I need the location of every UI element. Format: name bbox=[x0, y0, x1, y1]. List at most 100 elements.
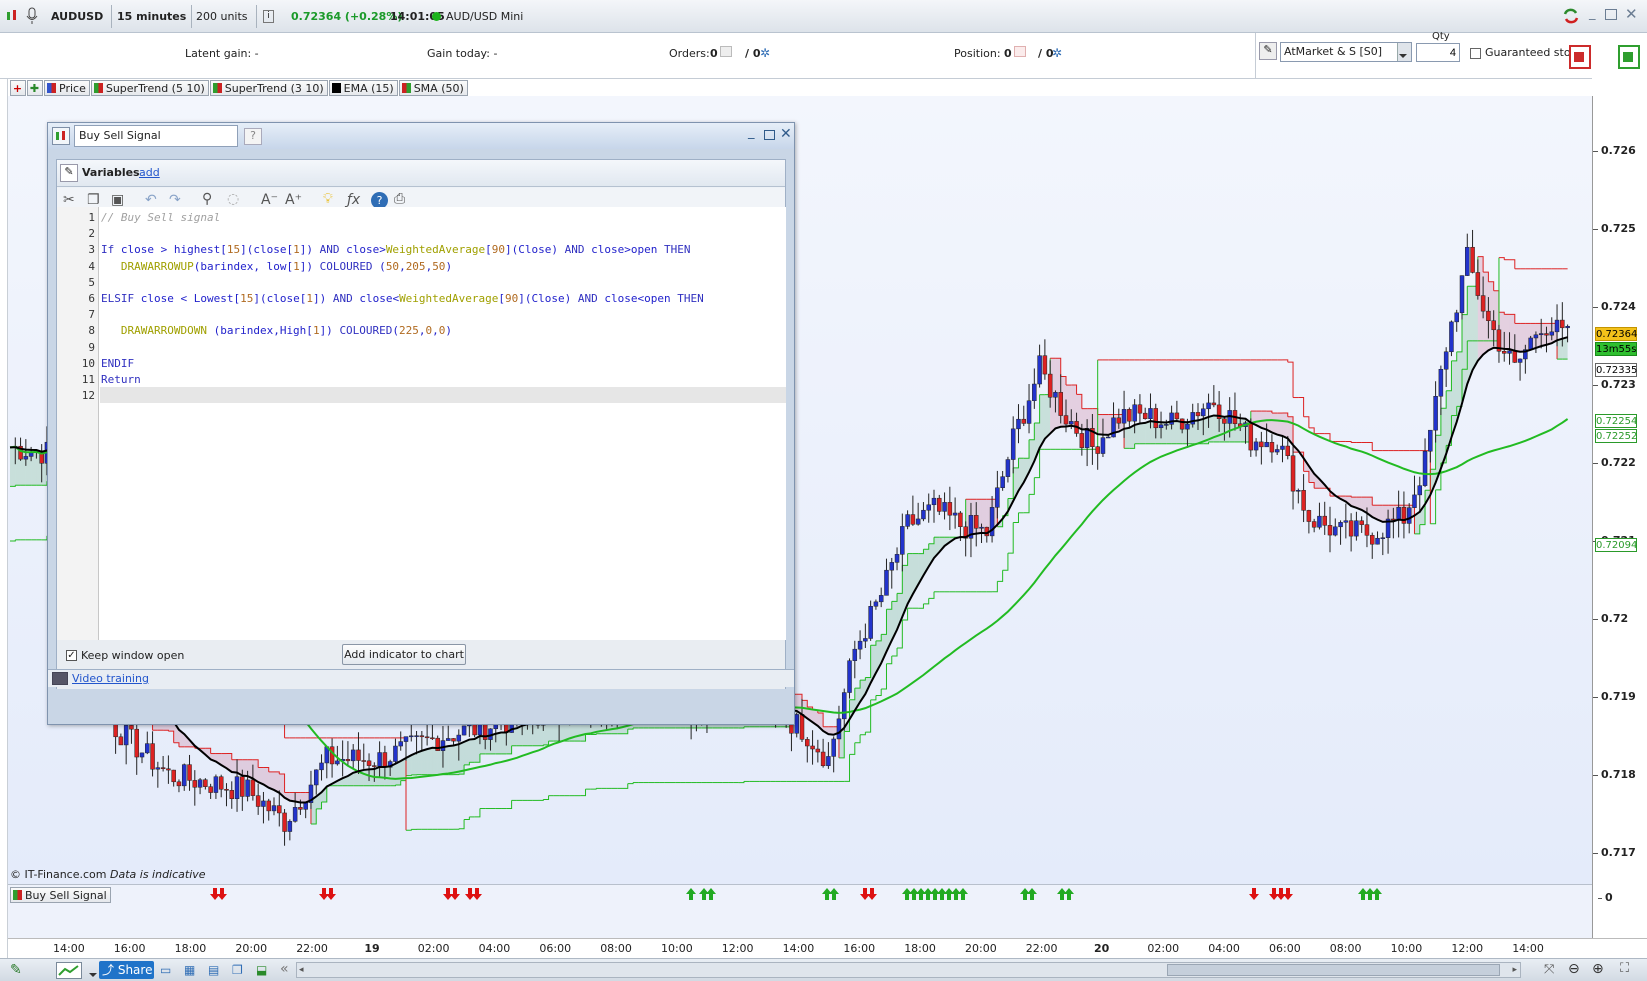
legend-add-button[interactable]: + bbox=[10, 80, 26, 96]
help-icon[interactable]: ? bbox=[244, 128, 262, 145]
indicator-name-input[interactable]: Buy Sell Signal bbox=[74, 125, 238, 147]
mic-icon[interactable] bbox=[25, 7, 39, 25]
scroll-left-icon[interactable]: ◂ bbox=[299, 965, 304, 975]
video-training-link[interactable]: Video training bbox=[72, 672, 149, 685]
drawing-tool-icon[interactable]: ✎ bbox=[10, 962, 30, 978]
candle-body bbox=[1290, 455, 1296, 492]
maximize-icon[interactable] bbox=[1605, 9, 1617, 20]
font-decrease-icon[interactable]: A⁻ bbox=[261, 192, 278, 208]
supertrend-line bbox=[1303, 470, 1310, 483]
share-button[interactable]: ⤴ Share bbox=[99, 961, 154, 979]
axis-tick-mark bbox=[1593, 774, 1598, 776]
redo-icon[interactable]: ↷ bbox=[169, 192, 181, 208]
paste-icon[interactable]: ▣ bbox=[111, 192, 124, 208]
supertrend-2-line bbox=[1282, 359, 1289, 363]
legend-item[interactable]: SMA (50) bbox=[398, 80, 468, 96]
calendar-icon[interactable]: ▤ bbox=[208, 963, 219, 977]
minimize-icon[interactable]: _ bbox=[1589, 7, 1601, 21]
comment-icon[interactable]: ▭ bbox=[160, 963, 171, 977]
close-icon[interactable]: ✕ bbox=[780, 126, 792, 142]
legend-item[interactable]: Price bbox=[44, 80, 90, 96]
wrench-icon[interactable]: ✎ bbox=[1259, 42, 1277, 60]
chart-type-icon[interactable] bbox=[5, 8, 19, 24]
order-type-select[interactable]: AtMarket & S [S0] bbox=[1280, 42, 1412, 62]
code-line[interactable]: Return bbox=[101, 373, 141, 386]
add-indicator-button[interactable]: Add indicator to chart bbox=[342, 644, 466, 665]
wrench-icon[interactable]: ✎ bbox=[60, 164, 78, 182]
code-line[interactable]: // Buy Sell signal bbox=[101, 211, 220, 224]
table-icon[interactable]: ▦ bbox=[184, 963, 195, 977]
scroll-left-fast-icon[interactable]: « bbox=[280, 961, 289, 977]
supertrend-line bbox=[875, 634, 882, 642]
maximize-icon[interactable] bbox=[764, 130, 775, 140]
comment-icon[interactable]: ◌ bbox=[227, 191, 239, 207]
print-icon[interactable]: ⎙ bbox=[394, 191, 405, 207]
add-variable-link[interactable]: add bbox=[139, 166, 160, 179]
supertrend-fill bbox=[395, 761, 401, 786]
refresh-icon[interactable] bbox=[1561, 6, 1581, 26]
code-line[interactable]: DRAWARROWUP(barindex, low[1]) COLOURED (… bbox=[101, 260, 452, 273]
scroll-right-icon[interactable]: ▸ bbox=[1512, 965, 1517, 975]
windows-icon[interactable]: ❐ bbox=[232, 963, 243, 977]
legend-settings-button[interactable]: ✚ bbox=[27, 80, 43, 96]
code-line[interactable]: DRAWARROWDOWN (barindex,High[1]) COLOURE… bbox=[101, 324, 452, 337]
info-icon[interactable]: i bbox=[263, 10, 274, 23]
export-icon[interactable]: ⬓ bbox=[256, 963, 267, 977]
code-line[interactable]: ENDIF bbox=[101, 357, 134, 370]
function-icon[interactable]: ƒx bbox=[347, 192, 360, 208]
units-select[interactable]: 200 units bbox=[193, 7, 253, 38]
candle-body bbox=[958, 512, 963, 527]
signal-panel[interactable]: Buy Sell Signal bbox=[8, 884, 1592, 938]
zoom-fit-icon[interactable]: ⤧ bbox=[1544, 962, 1554, 977]
gear-icon[interactable]: ✲ bbox=[760, 46, 770, 60]
cut-icon[interactable]: ✂ bbox=[63, 192, 75, 208]
guaranteed-stop-checkbox[interactable] bbox=[1470, 48, 1481, 59]
code-line[interactable] bbox=[100, 387, 786, 404]
font-increase-icon[interactable]: A⁺ bbox=[285, 192, 302, 208]
candle-body bbox=[884, 569, 889, 596]
search-icon[interactable]: ⚲ bbox=[202, 191, 212, 207]
price-axis[interactable]: 0.7260.7250.7240.7230.7220.7210.720.7190… bbox=[1592, 96, 1647, 884]
copyright-text: © IT-Finance.com bbox=[10, 868, 107, 881]
indicator-editor-dialog[interactable]: Buy Sell Signal ? _ ✕ ✎ Variables add ✂ … bbox=[47, 122, 795, 725]
chevron-down-icon[interactable] bbox=[84, 968, 97, 981]
chart-style-icon[interactable] bbox=[56, 962, 82, 979]
zoom-in-icon[interactable]: ⊕ bbox=[1592, 961, 1604, 977]
timeframe-select[interactable]: 15 minutes bbox=[114, 7, 190, 38]
legend-item[interactable]: EMA (15) bbox=[328, 80, 398, 96]
code-editor[interactable]: 1 2 3 4 5 6 7 8 9 10 11 12 // Buy Sell signal If clo… bbox=[57, 207, 786, 640]
buy-button[interactable] bbox=[1618, 45, 1640, 69]
instrument-select[interactable]: AUDUSD bbox=[48, 7, 110, 38]
legend-item[interactable]: SuperTrend (3 10) bbox=[209, 80, 328, 96]
supertrend-2-line bbox=[538, 799, 544, 801]
candle-body bbox=[218, 776, 224, 790]
orders-list-icon[interactable] bbox=[720, 46, 732, 57]
scrollbar-thumb[interactable] bbox=[1167, 964, 1500, 976]
lightbulb-icon[interactable]: 💡︎ bbox=[323, 191, 333, 207]
minimize-icon[interactable]: _ bbox=[748, 125, 755, 140]
candle-body bbox=[451, 738, 456, 742]
close-icon[interactable]: ✕ bbox=[1625, 5, 1638, 23]
axis-tick-mark bbox=[1593, 384, 1598, 386]
horizontal-scrollbar[interactable]: ◂ ▸ bbox=[296, 962, 1521, 978]
keep-open-checkbox[interactable]: ✓ bbox=[66, 650, 77, 661]
candle-body bbox=[799, 714, 805, 740]
position-list-icon[interactable] bbox=[1014, 46, 1026, 57]
legend-item[interactable]: SuperTrend (5 10) bbox=[90, 80, 209, 96]
code-line[interactable]: If close > highest[15](close[1]) AND clo… bbox=[101, 243, 691, 256]
time-axis[interactable]: 14:00 16:00 18:00 20:00 22:00 19 02:00 04:00 06:… bbox=[8, 938, 1647, 958]
qty-input[interactable] bbox=[1416, 43, 1460, 62]
candle-body bbox=[1127, 409, 1132, 422]
gear-icon[interactable]: ✲ bbox=[1052, 46, 1062, 60]
zoom-out-icon[interactable]: ⊖ bbox=[1568, 961, 1580, 977]
buy-arrow bbox=[1064, 888, 1074, 900]
supertrend-fill bbox=[1562, 337, 1568, 360]
fullscreen-icon[interactable]: ⛶ bbox=[1620, 961, 1629, 976]
sell-button[interactable] bbox=[1569, 45, 1591, 69]
dialog-titlebar[interactable]: Buy Sell Signal ? _ ✕ bbox=[48, 123, 794, 149]
supertrend-fill bbox=[379, 766, 385, 786]
copy-icon[interactable]: ❐ bbox=[87, 192, 100, 208]
supertrend-fill bbox=[1557, 338, 1563, 360]
code-line[interactable]: ELSIF close < Lowest[15](close[1]) AND c… bbox=[101, 292, 704, 305]
undo-icon[interactable]: ↶ bbox=[145, 192, 157, 208]
